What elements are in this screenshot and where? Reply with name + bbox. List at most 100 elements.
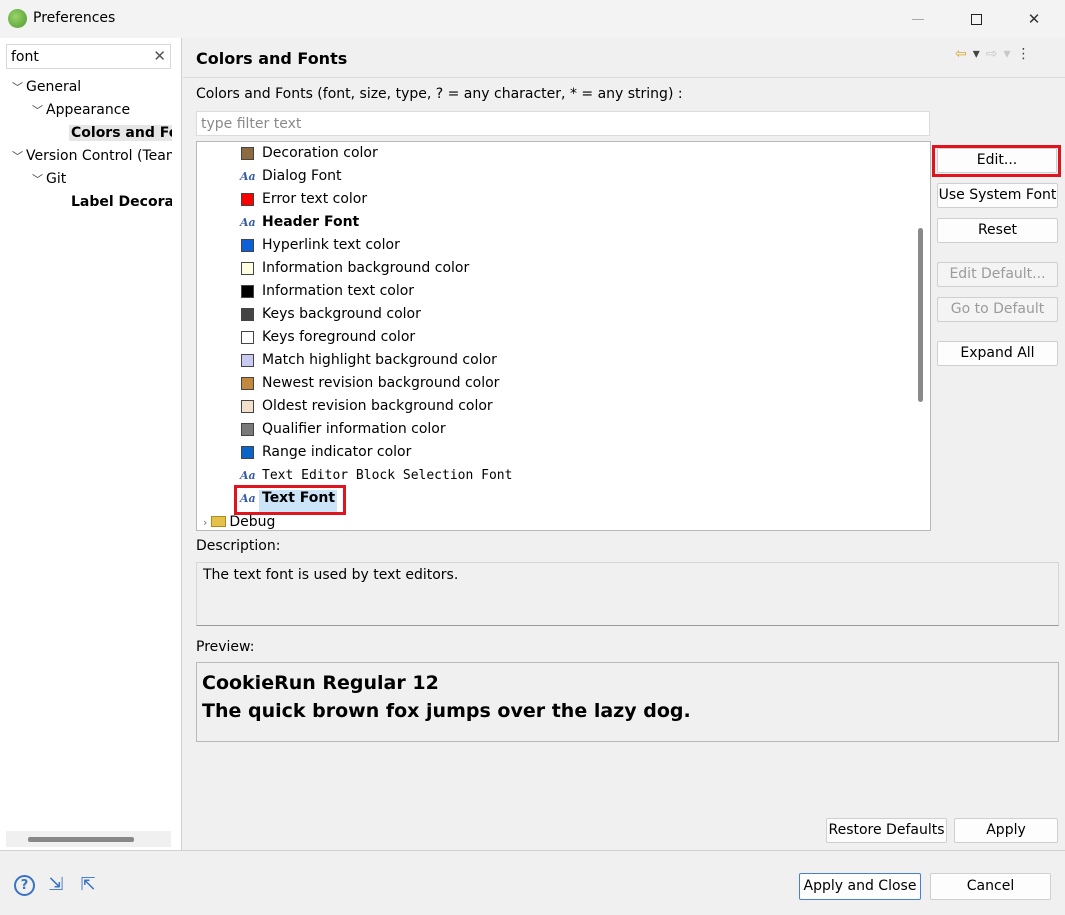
list-vertical-scrollbar[interactable] xyxy=(911,142,930,530)
folder-icon xyxy=(211,516,227,527)
filter-box[interactable] xyxy=(196,111,930,136)
description-text: The text font is used by text editors. xyxy=(196,562,1059,626)
tree-horizontal-scrollbar[interactable] xyxy=(6,831,171,847)
scrollbar-thumb[interactable] xyxy=(28,837,134,842)
list-item-label: Text Font xyxy=(262,490,336,506)
footer-divider xyxy=(0,850,1065,851)
list-item-label: Error text color xyxy=(262,191,368,207)
back-arrow-icon[interactable]: ⇦ xyxy=(955,46,967,62)
close-icon: ✕ xyxy=(1027,10,1041,28)
list-item-label: Newest revision background color xyxy=(262,375,500,391)
chevron-down-icon[interactable]: ▾ xyxy=(1004,46,1011,62)
chevron-down-icon[interactable]: ﹀ xyxy=(12,77,26,99)
list-item-label: Decoration color xyxy=(262,145,378,161)
tree-item-version-control[interactable]: ﹀ Version Control (Team) xyxy=(12,145,172,167)
expand-all-button[interactable]: Expand All xyxy=(937,341,1058,366)
list-item-label: Range indicator color xyxy=(262,444,412,460)
color-swatch-icon xyxy=(241,400,254,413)
color-swatch-icon xyxy=(241,262,254,275)
font-icon: Aa xyxy=(240,492,256,505)
page-title: Colors and Fonts xyxy=(196,49,348,68)
list-item-label: Keys foreground color xyxy=(262,329,416,345)
tree-item-label: Version Control (Team) xyxy=(26,148,172,164)
use-system-font-button[interactable]: Use System Font xyxy=(937,183,1058,208)
chevron-right-icon[interactable]: › xyxy=(203,516,207,529)
apply-button[interactable]: Apply xyxy=(954,818,1058,843)
forward-arrow-icon[interactable]: ⇨ xyxy=(986,46,998,62)
tree-item-label: Label Decorations xyxy=(71,194,172,210)
list-caption: Colors and Fonts (font, size, type, ? = … xyxy=(196,86,683,102)
preview-label: Preview: xyxy=(196,639,255,655)
window-title: Preferences xyxy=(33,10,116,26)
font-icon: Aa xyxy=(240,170,256,183)
maximize-icon xyxy=(970,13,982,25)
chevron-down-icon[interactable]: ﹀ xyxy=(12,146,26,167)
description-label: Description: xyxy=(196,538,281,554)
apply-and-close-button[interactable]: Apply and Close xyxy=(799,873,921,900)
tree-search-input[interactable] xyxy=(7,45,147,68)
preference-tree-pane: ✕ ﹀General ﹀Appearance Colors and Fonts … xyxy=(0,38,182,850)
chevron-down-icon[interactable]: ﹀ xyxy=(32,100,46,122)
chevron-down-icon[interactable]: ▾ xyxy=(973,46,980,62)
font-preview: CookieRun Regular 12 The quick brown fox… xyxy=(196,662,1059,742)
reset-button[interactable]: Reset xyxy=(937,218,1058,243)
tree-item-label: General xyxy=(26,79,82,95)
tree-item-git[interactable]: ﹀ Git xyxy=(32,168,66,190)
title-bar: Preferences ✕ xyxy=(0,0,1065,38)
preview-font-name: CookieRun Regular 12 xyxy=(202,672,439,694)
list-item-label: Dialog Font xyxy=(262,168,342,184)
tree-item-general[interactable]: ﹀ General xyxy=(12,76,81,98)
color-swatch-icon xyxy=(241,308,254,321)
restore-defaults-button[interactable]: Restore Defaults xyxy=(826,818,947,843)
go-to-default-button[interactable]: Go to Default xyxy=(937,297,1058,322)
color-swatch-icon xyxy=(241,239,254,252)
color-swatch-icon xyxy=(241,423,254,436)
tree-item-colors-and-fonts[interactable]: Colors and Fonts xyxy=(69,122,172,144)
clear-search-icon[interactable]: ✕ xyxy=(153,47,166,65)
close-button[interactable]: ✕ xyxy=(1011,6,1057,32)
color-swatch-icon xyxy=(241,331,254,344)
color-swatch-icon xyxy=(241,147,254,160)
maximize-button[interactable] xyxy=(953,6,999,32)
list-item-label: Match highlight background color xyxy=(262,352,497,368)
font-icon: Aa xyxy=(240,469,256,482)
list-item-label: Qualifier information color xyxy=(262,421,446,437)
list-item-label: Text Editor Block Selection Font xyxy=(262,468,513,483)
chevron-down-icon[interactable]: ﹀ xyxy=(32,169,46,191)
import-icon[interactable]: ⇲ xyxy=(45,875,67,895)
color-swatch-icon xyxy=(241,285,254,298)
font-icon: Aa xyxy=(240,216,256,229)
tree-item-label-decorations[interactable]: Label Decorations xyxy=(71,191,172,213)
export-icon[interactable]: ⇱ xyxy=(77,875,99,895)
edit-highlight-annotation xyxy=(932,145,1061,177)
edit-default-button[interactable]: Edit Default... xyxy=(937,262,1058,287)
color-swatch-icon xyxy=(241,193,254,206)
list-item-label: Information background color xyxy=(262,260,470,276)
tree-search-box[interactable]: ✕ xyxy=(6,44,171,69)
tree-item-label: Git xyxy=(46,171,67,187)
tree-item-label: Colors and Fonts xyxy=(69,125,172,141)
preview-sample-text: The quick brown fox jumps over the lazy … xyxy=(202,700,691,722)
minimize-icon xyxy=(912,18,924,20)
color-swatch-icon xyxy=(241,377,254,390)
color-swatch-icon xyxy=(241,446,254,459)
list-item-label: Hyperlink text color xyxy=(262,237,400,253)
header-divider xyxy=(183,77,1065,78)
scrollbar-thumb[interactable] xyxy=(918,228,923,402)
cancel-button[interactable]: Cancel xyxy=(930,873,1051,900)
filter-input[interactable] xyxy=(197,112,917,135)
colors-fonts-list[interactable]: Decoration color Aa Dialog Font Error text … xyxy=(196,141,931,531)
list-item-label: Keys background color xyxy=(262,306,421,322)
page-nav-toolbar: ⇦ ▾ ⇨ ▾ ⋮ xyxy=(955,46,1031,62)
tree-item-appearance[interactable]: ﹀ Appearance xyxy=(32,99,130,121)
list-item-label: Header Font xyxy=(262,214,360,230)
view-menu-icon[interactable]: ⋮ xyxy=(1017,46,1031,62)
help-icon[interactable]: ? xyxy=(14,875,35,896)
minimize-button[interactable] xyxy=(895,6,941,32)
list-item-label: Information text color xyxy=(262,283,415,299)
list-item-label: Oldest revision background color xyxy=(262,398,493,414)
list-item-label: Debug xyxy=(229,514,276,530)
tree-item-label: Appearance xyxy=(46,102,131,118)
eclipse-app-icon xyxy=(8,9,27,28)
color-swatch-icon xyxy=(241,354,254,367)
